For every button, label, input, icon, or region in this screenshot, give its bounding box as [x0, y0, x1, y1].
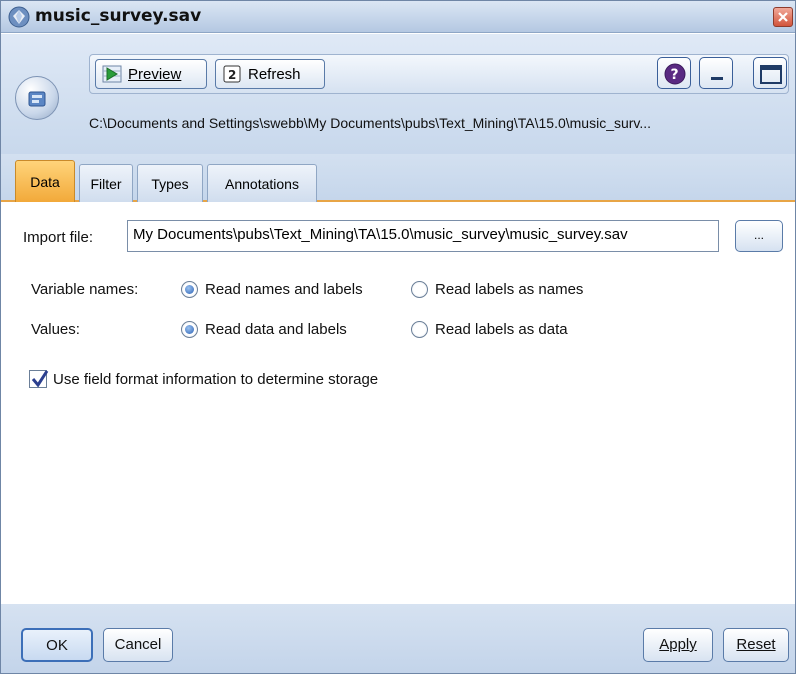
svg-text:?: ?: [671, 67, 679, 83]
reset-button[interactable]: Reset: [723, 628, 789, 662]
minimize-button[interactable]: [699, 57, 733, 89]
dialog-footer: OK Cancel Apply Reset: [1, 604, 795, 673]
checkmark-icon: [31, 370, 49, 388]
refresh-icon: 2: [222, 64, 242, 84]
apply-label: Apply: [659, 636, 697, 653]
tab-annotations[interactable]: Annotations: [207, 164, 317, 202]
preview-label: Preview: [128, 65, 182, 83]
maximize-icon: [760, 65, 782, 84]
use-field-format-text: Use field format information to determin…: [53, 371, 379, 388]
import-file-label: Import file:: [23, 229, 94, 246]
read-labels-as-data-text: Read labels as data: [435, 321, 568, 338]
svg-text:2: 2: [228, 68, 236, 82]
file-path-text: C:\Documents and Settings\swebb\My Docum…: [89, 115, 652, 131]
radio-read-labels-as-names[interactable]: [411, 281, 428, 298]
spss-source-node-icon: [15, 76, 59, 120]
read-labels-as-names-text: Read labels as names: [435, 281, 584, 298]
radio-read-names-and-labels[interactable]: [181, 281, 198, 298]
tab-types[interactable]: Types: [137, 164, 203, 202]
dialog-window: music_survey.sav Preview 2 Refresh ? C:\…: [0, 0, 796, 674]
maximize-button[interactable]: [753, 57, 787, 89]
window-title: music_survey.sav: [35, 6, 202, 26]
use-field-format-checkbox[interactable]: [29, 370, 49, 388]
tab-bar: Data Filter Types Annotations: [1, 154, 795, 202]
variable-names-label: Variable names:: [31, 281, 139, 298]
import-file-input[interactable]: My Documents\pubs\Text_Mining\TA\15.0\mu…: [127, 220, 719, 252]
radio-read-data-and-labels[interactable]: [181, 321, 198, 338]
radio-read-labels-as-data[interactable]: [411, 321, 428, 338]
apply-button[interactable]: Apply: [643, 628, 713, 662]
tab-data[interactable]: Data: [15, 160, 75, 202]
ok-button[interactable]: OK: [21, 628, 93, 662]
tab-filter[interactable]: Filter: [79, 164, 133, 202]
title-bar[interactable]: music_survey.sav: [1, 1, 795, 33]
refresh-button[interactable]: 2 Refresh: [215, 59, 325, 89]
read-names-and-labels-text: Read names and labels: [205, 281, 363, 298]
data-tab-panel: Import file: My Documents\pubs\Text_Mini…: [1, 204, 795, 604]
read-data-and-labels-text: Read data and labels: [205, 321, 347, 338]
help-icon: ?: [664, 63, 686, 85]
help-button[interactable]: ?: [657, 57, 691, 89]
refresh-label: Refresh: [248, 65, 301, 83]
cancel-button[interactable]: Cancel: [103, 628, 173, 662]
values-label: Values:: [31, 321, 80, 338]
app-diamond-icon: [8, 6, 30, 28]
close-button[interactable]: [773, 7, 793, 27]
node-header: [1, 34, 795, 154]
preview-button[interactable]: Preview: [95, 59, 207, 89]
browse-button[interactable]: ...: [735, 220, 783, 252]
reset-label: Reset: [736, 636, 776, 653]
close-icon: [778, 12, 788, 22]
preview-play-icon: [102, 64, 122, 84]
minimize-icon: [711, 77, 723, 80]
